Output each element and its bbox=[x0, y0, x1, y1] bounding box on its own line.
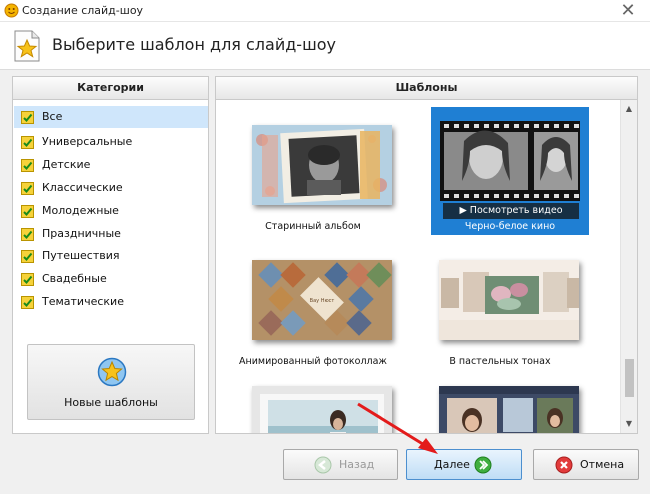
category-label: Свадебные bbox=[42, 272, 107, 285]
checkbox-icon bbox=[21, 159, 34, 172]
category-label: Молодежные bbox=[42, 204, 119, 217]
pastel-image bbox=[439, 260, 579, 340]
template-thumbnail bbox=[439, 386, 579, 433]
category-label: Праздничные bbox=[42, 227, 121, 240]
portrait-collage-image bbox=[439, 386, 579, 433]
star-document-icon bbox=[14, 30, 40, 62]
close-icon[interactable]: ✕ bbox=[614, 1, 642, 21]
template-thumbnail bbox=[252, 125, 392, 205]
category-item-universal[interactable]: Универсальные bbox=[14, 131, 208, 153]
collage-image: Вау Нюст bbox=[252, 260, 392, 340]
checkbox-icon bbox=[21, 136, 34, 149]
old-album-image bbox=[252, 125, 392, 205]
scroll-down-arrow-icon[interactable]: ▼ bbox=[621, 417, 637, 431]
checkbox-icon bbox=[21, 205, 34, 218]
cancel-label: Отмена bbox=[580, 458, 625, 471]
category-label: Классические bbox=[42, 181, 123, 194]
scroll-up-arrow-icon[interactable]: ▲ bbox=[621, 102, 637, 116]
new-templates-button[interactable]: Новые шаблоны bbox=[27, 344, 195, 420]
category-label: Тематические bbox=[42, 295, 124, 308]
templates-scrollbar[interactable]: ▲ ▼ bbox=[620, 100, 637, 433]
category-item-classic[interactable]: Классические bbox=[14, 177, 208, 199]
category-item-all[interactable]: Все bbox=[14, 106, 208, 128]
next-label: Далее bbox=[434, 458, 470, 471]
template-tile[interactable]: В пастельных тонах bbox=[421, 236, 579, 367]
checkbox-icon bbox=[21, 296, 34, 309]
template-tile[interactable]: Старинный альбом bbox=[234, 107, 392, 235]
categories-heading: Категории bbox=[12, 76, 209, 100]
templates-panel: Старинный альбом ▶ Посмотреть видео Черн… bbox=[215, 100, 638, 434]
category-item-wedding[interactable]: Свадебные bbox=[14, 268, 208, 290]
back-arrow-icon bbox=[314, 456, 332, 474]
scrollbar-thumb[interactable] bbox=[625, 359, 634, 397]
window-titlebar: Создание слайд-шоу ✕ bbox=[0, 0, 650, 22]
category-item-thematic[interactable]: Тематические bbox=[14, 291, 208, 313]
film-strip-image bbox=[440, 121, 580, 201]
new-templates-label: Новые шаблоны bbox=[64, 396, 158, 409]
category-label: Универсальные bbox=[42, 135, 133, 148]
template-name: Старинный альбом bbox=[265, 221, 361, 232]
app-icon bbox=[4, 3, 19, 18]
template-thumbnail: Вау Нюст bbox=[252, 260, 392, 340]
category-item-youth[interactable]: Молодежные bbox=[14, 200, 208, 222]
category-item-holiday[interactable]: Праздничные bbox=[14, 223, 208, 245]
window-title: Создание слайд-шоу bbox=[22, 4, 144, 17]
page-title: Выберите шаблон для слайд-шоу bbox=[52, 35, 336, 54]
category-label: Детские bbox=[42, 158, 91, 171]
next-arrow-icon bbox=[474, 456, 492, 474]
checkbox-icon bbox=[21, 182, 34, 195]
template-tile-selected[interactable]: ▶ Посмотреть видео Черно-белое кино bbox=[431, 107, 589, 235]
category-item-kids[interactable]: Детские bbox=[14, 154, 208, 176]
template-tile[interactable]: Вау Нюст Анимированный фотоколлаж bbox=[234, 236, 392, 367]
cancel-button[interactable]: Отмена bbox=[533, 449, 639, 480]
category-label: Путешествия bbox=[42, 249, 120, 262]
dialog-header: Выберите шаблон для слайд-шоу bbox=[0, 22, 650, 70]
category-item-travel[interactable]: Путешествия bbox=[14, 245, 208, 267]
watch-video-button[interactable]: ▶ Посмотреть видео bbox=[443, 203, 579, 219]
star-badge-icon bbox=[97, 357, 127, 387]
category-label: Все bbox=[42, 110, 63, 123]
checkbox-icon bbox=[21, 273, 34, 286]
categories-panel: Все Универсальные Детские Классические М… bbox=[12, 100, 209, 434]
template-thumbnail bbox=[440, 121, 580, 201]
template-name: Черно-белое кино bbox=[464, 221, 556, 232]
checkbox-icon bbox=[21, 111, 34, 124]
back-label: Назад bbox=[339, 458, 375, 471]
watch-video-label: Посмотреть видео bbox=[469, 205, 563, 216]
cancel-x-icon bbox=[555, 456, 573, 474]
template-thumbnail bbox=[439, 260, 579, 340]
templates-heading: Шаблоны bbox=[215, 76, 638, 100]
checkbox-icon bbox=[21, 250, 34, 263]
red-arrow-annotation bbox=[357, 402, 438, 454]
checkbox-icon bbox=[21, 228, 34, 241]
collage-caption: Вау Нюст bbox=[310, 298, 335, 304]
